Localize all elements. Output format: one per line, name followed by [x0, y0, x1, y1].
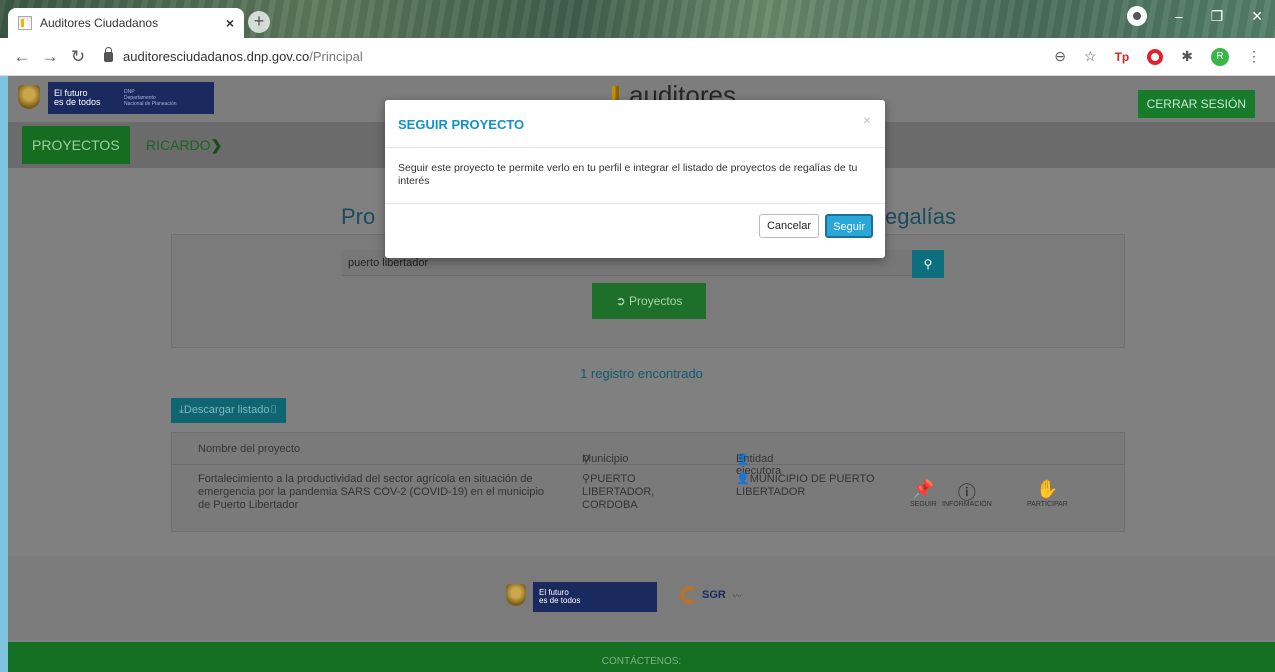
project-name[interactable]: Fortalecimiento a la productividad del s…	[198, 473, 558, 512]
star-icon[interactable]: ☆	[1084, 48, 1097, 65]
file-icon: ▯	[269, 404, 278, 416]
new-tab-button[interactable]: +	[248, 11, 270, 33]
profile-icon[interactable]	[1126, 6, 1147, 26]
close-window-icon[interactable]: ✕	[1251, 8, 1263, 28]
table-header: Nombre del proyecto ⚲ Municipio 👤 Entidad …	[172, 433, 1124, 477]
user-menu[interactable]: RICARDO❯	[146, 126, 222, 164]
extensions: ⊖ ☆ Tp ✱ R ⋮	[1054, 47, 1261, 66]
forward-icon[interactable]: →	[36, 47, 64, 67]
favicon-icon	[18, 16, 32, 30]
avatar[interactable]: R	[1211, 47, 1229, 66]
map-marker-icon: ⚲	[582, 473, 591, 485]
puzzle-icon[interactable]: ✱	[1181, 48, 1193, 65]
address-bar: ← → ↻ auditoresciudadanos.dnp.gov.co /Pr…	[0, 38, 1275, 76]
project-entidad: 👤MUNICIPIO DE PUERTO LIBERTADOR	[736, 473, 875, 498]
window-controls: – ❐ ✕	[1126, 6, 1263, 28]
nav-projects[interactable]: PROYECTOS	[22, 126, 130, 164]
close-tab-icon[interactable]: ×	[226, 15, 234, 31]
url-field[interactable]: auditoresciudadanos.dnp.gov.co /Principa…	[98, 43, 1054, 71]
lock-icon	[104, 46, 113, 62]
logout-button[interactable]: CERRAR SESIÓN	[1137, 90, 1255, 118]
arrow-circle-icon: ➲	[615, 294, 630, 308]
footer-gov-logo: El futuro es de todos	[533, 582, 657, 612]
page-title-left: Pro	[341, 204, 376, 229]
menu-icon[interactable]: ⋮	[1247, 48, 1261, 65]
minimize-icon[interactable]: –	[1175, 8, 1183, 28]
download-list-button[interactable]: ⤓Descargar listado▯	[171, 398, 286, 423]
tab-title: Auditores Ciudadanos	[40, 16, 159, 30]
hand-icon: ✋	[1036, 479, 1059, 499]
reload-icon[interactable]: ↻	[64, 47, 92, 67]
search-button[interactable]: ⚲	[912, 250, 944, 278]
modal-header: SEGUIR PROYECTO ×	[385, 100, 885, 148]
table-row: Fortalecimiento a la productividad del s…	[172, 465, 1124, 531]
modal-footer: Cancelar Seguir	[385, 204, 885, 258]
opera-extension-icon[interactable]	[1147, 48, 1164, 65]
browser-tab[interactable]: Auditores Ciudadanos ×	[8, 8, 244, 38]
pin-icon: 📌	[912, 479, 935, 499]
follow-project-modal: SEGUIR PROYECTO × Seguir este proyecto t…	[385, 100, 885, 258]
user-icon: 👤	[736, 473, 750, 485]
url-host: auditoresciudadanos.dnp.gov.co	[123, 49, 310, 64]
participate-action[interactable]: ✋ PARTICIPAR	[1027, 479, 1068, 508]
user-name: RICARDO	[146, 137, 211, 153]
footer-contact: CONTÁCTENOS:	[8, 642, 1275, 672]
modal-body: Seguir este proyecto te permite verlo en…	[385, 148, 885, 204]
follow-action[interactable]: 📌 SEGUIR	[910, 479, 937, 508]
sgr-arc-icon	[680, 586, 698, 604]
project-municipio: ⚲PUERTO LIBERTADOR, CORDOBA	[582, 473, 655, 511]
cancel-button[interactable]: Cancelar	[758, 214, 819, 238]
projects-button[interactable]: ➲ Proyectos	[592, 283, 706, 319]
search-icon: ⚲	[923, 257, 933, 271]
follow-button[interactable]: Seguir	[825, 214, 873, 238]
footer-logos: El futuro es de todos SGR 〰	[8, 556, 1275, 640]
close-icon[interactable]: ×	[863, 112, 871, 128]
col-name: Nombre del proyecto	[198, 443, 301, 455]
coat-of-arms-icon	[18, 85, 40, 109]
coat-of-arms-icon	[506, 584, 526, 606]
zoom-icon[interactable]: ⊖	[1054, 48, 1066, 65]
maximize-icon[interactable]: ❐	[1211, 8, 1224, 28]
back-icon[interactable]: ←	[8, 47, 36, 67]
page-title-right: egalías	[885, 204, 956, 229]
url-path: /Principal	[309, 49, 363, 64]
gov-logo: El futuro es de todos DNP Departamento Naci…	[48, 82, 214, 114]
sgr-tagline-mark: 〰	[731, 590, 741, 601]
info-icon: ⓘ	[957, 483, 976, 503]
tp-extension-icon[interactable]: Tp	[1115, 50, 1130, 64]
info-action[interactable]: ⓘ INFORMACIÓN	[942, 479, 992, 508]
modal-title: SEGUIR PROYECTO	[398, 117, 525, 132]
result-count: 1 registro encontrado	[580, 366, 703, 381]
chevron-down-icon: ❯	[210, 137, 223, 153]
projects-table: Nombre del proyecto ⚲ Municipio 👤 Entidad …	[171, 432, 1125, 532]
sgr-logo: SGR 〰	[680, 586, 741, 604]
